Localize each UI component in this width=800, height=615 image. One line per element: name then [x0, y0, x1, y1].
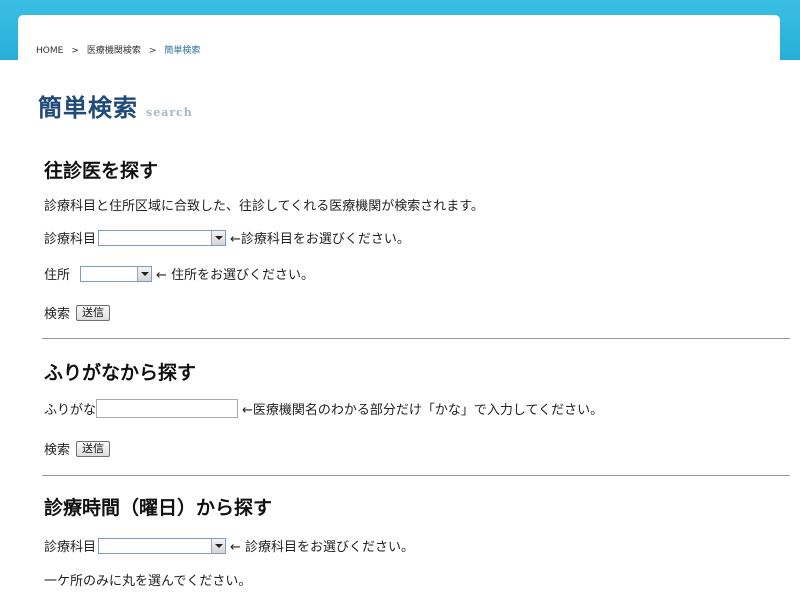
dept-label: 診療科目 — [44, 232, 97, 247]
chevron-down-icon[interactable] — [211, 538, 226, 553]
section2-kana-row: ふりがな ←医療機関名のわかる部分だけ「かな」で入力してください。 — [44, 399, 603, 418]
address-select[interactable] — [80, 265, 153, 282]
section3-note-text: 一ケ所のみに丸を選んでください。 — [44, 574, 252, 589]
dept-select[interactable] — [98, 229, 227, 246]
section1-dept-row: 診療科目 ←診療科目をお選びください。 — [44, 228, 410, 247]
section1-description: 診療科目と住所区域に合致した、往診してくれる医療機関が検索されます。 — [44, 195, 484, 214]
search-label: 検索 — [44, 443, 71, 458]
section1-address-row: 住所 ← 住所をお選びください。 — [44, 264, 314, 283]
chevron-down-icon[interactable] — [137, 266, 152, 281]
submit-button[interactable]: 送信 — [76, 440, 111, 457]
breadcrumb-separator: > — [148, 46, 157, 56]
section2-search-row: 検索 送信 — [44, 439, 111, 458]
section-divider — [42, 475, 790, 476]
section1-search-row: 検索 送信 — [44, 303, 111, 322]
breadcrumb-separator: > — [71, 46, 79, 56]
dept-hint: ← 診療科目をお選びください。 — [230, 540, 415, 555]
dept-label: 診療科目 — [44, 540, 97, 555]
kana-label: ふりがな — [44, 403, 97, 418]
search-label: 検索 — [44, 307, 71, 322]
address-label: 住所 — [44, 268, 71, 283]
breadcrumb-current: 簡単検索 — [164, 46, 201, 56]
page-title-text: 簡単検索 — [38, 93, 138, 122]
dept-select[interactable] — [98, 537, 227, 554]
chevron-down-icon[interactable] — [211, 230, 226, 245]
breadcrumb-medical-search-link[interactable]: 医療機関検索 — [87, 46, 141, 56]
breadcrumb-home-link[interactable]: HOME — [36, 46, 63, 56]
submit-button[interactable]: 送信 — [76, 304, 111, 321]
section-heading-hours: 診療時間（曜日）から探す — [44, 497, 273, 519]
kana-hint: ←医療機関名のわかる部分だけ「かな」で入力してください。 — [242, 403, 604, 418]
kana-input[interactable] — [96, 399, 239, 418]
section-heading-house-call: 往診医を探す — [44, 160, 159, 182]
page-title: 簡単検索 search — [38, 88, 193, 123]
page-subtitle: search — [146, 106, 193, 119]
section3-note: 一ケ所のみに丸を選んでください。 — [44, 570, 251, 589]
section1-description-text: 診療科目と住所区域に合致した、往診してくれる医療機関が検索されます。 — [44, 199, 484, 214]
dept-hint: ←診療科目をお選びください。 — [230, 232, 410, 247]
section-heading-kana: ふりがなから探す — [44, 362, 197, 384]
address-hint: ← 住所をお選びください。 — [156, 268, 315, 283]
section3-dept-row: 診療科目 ← 診療科目をお選びください。 — [44, 536, 414, 555]
breadcrumb: HOME > 医療機関検索 > 簡単検索 — [36, 43, 200, 56]
section-divider — [42, 338, 790, 339]
